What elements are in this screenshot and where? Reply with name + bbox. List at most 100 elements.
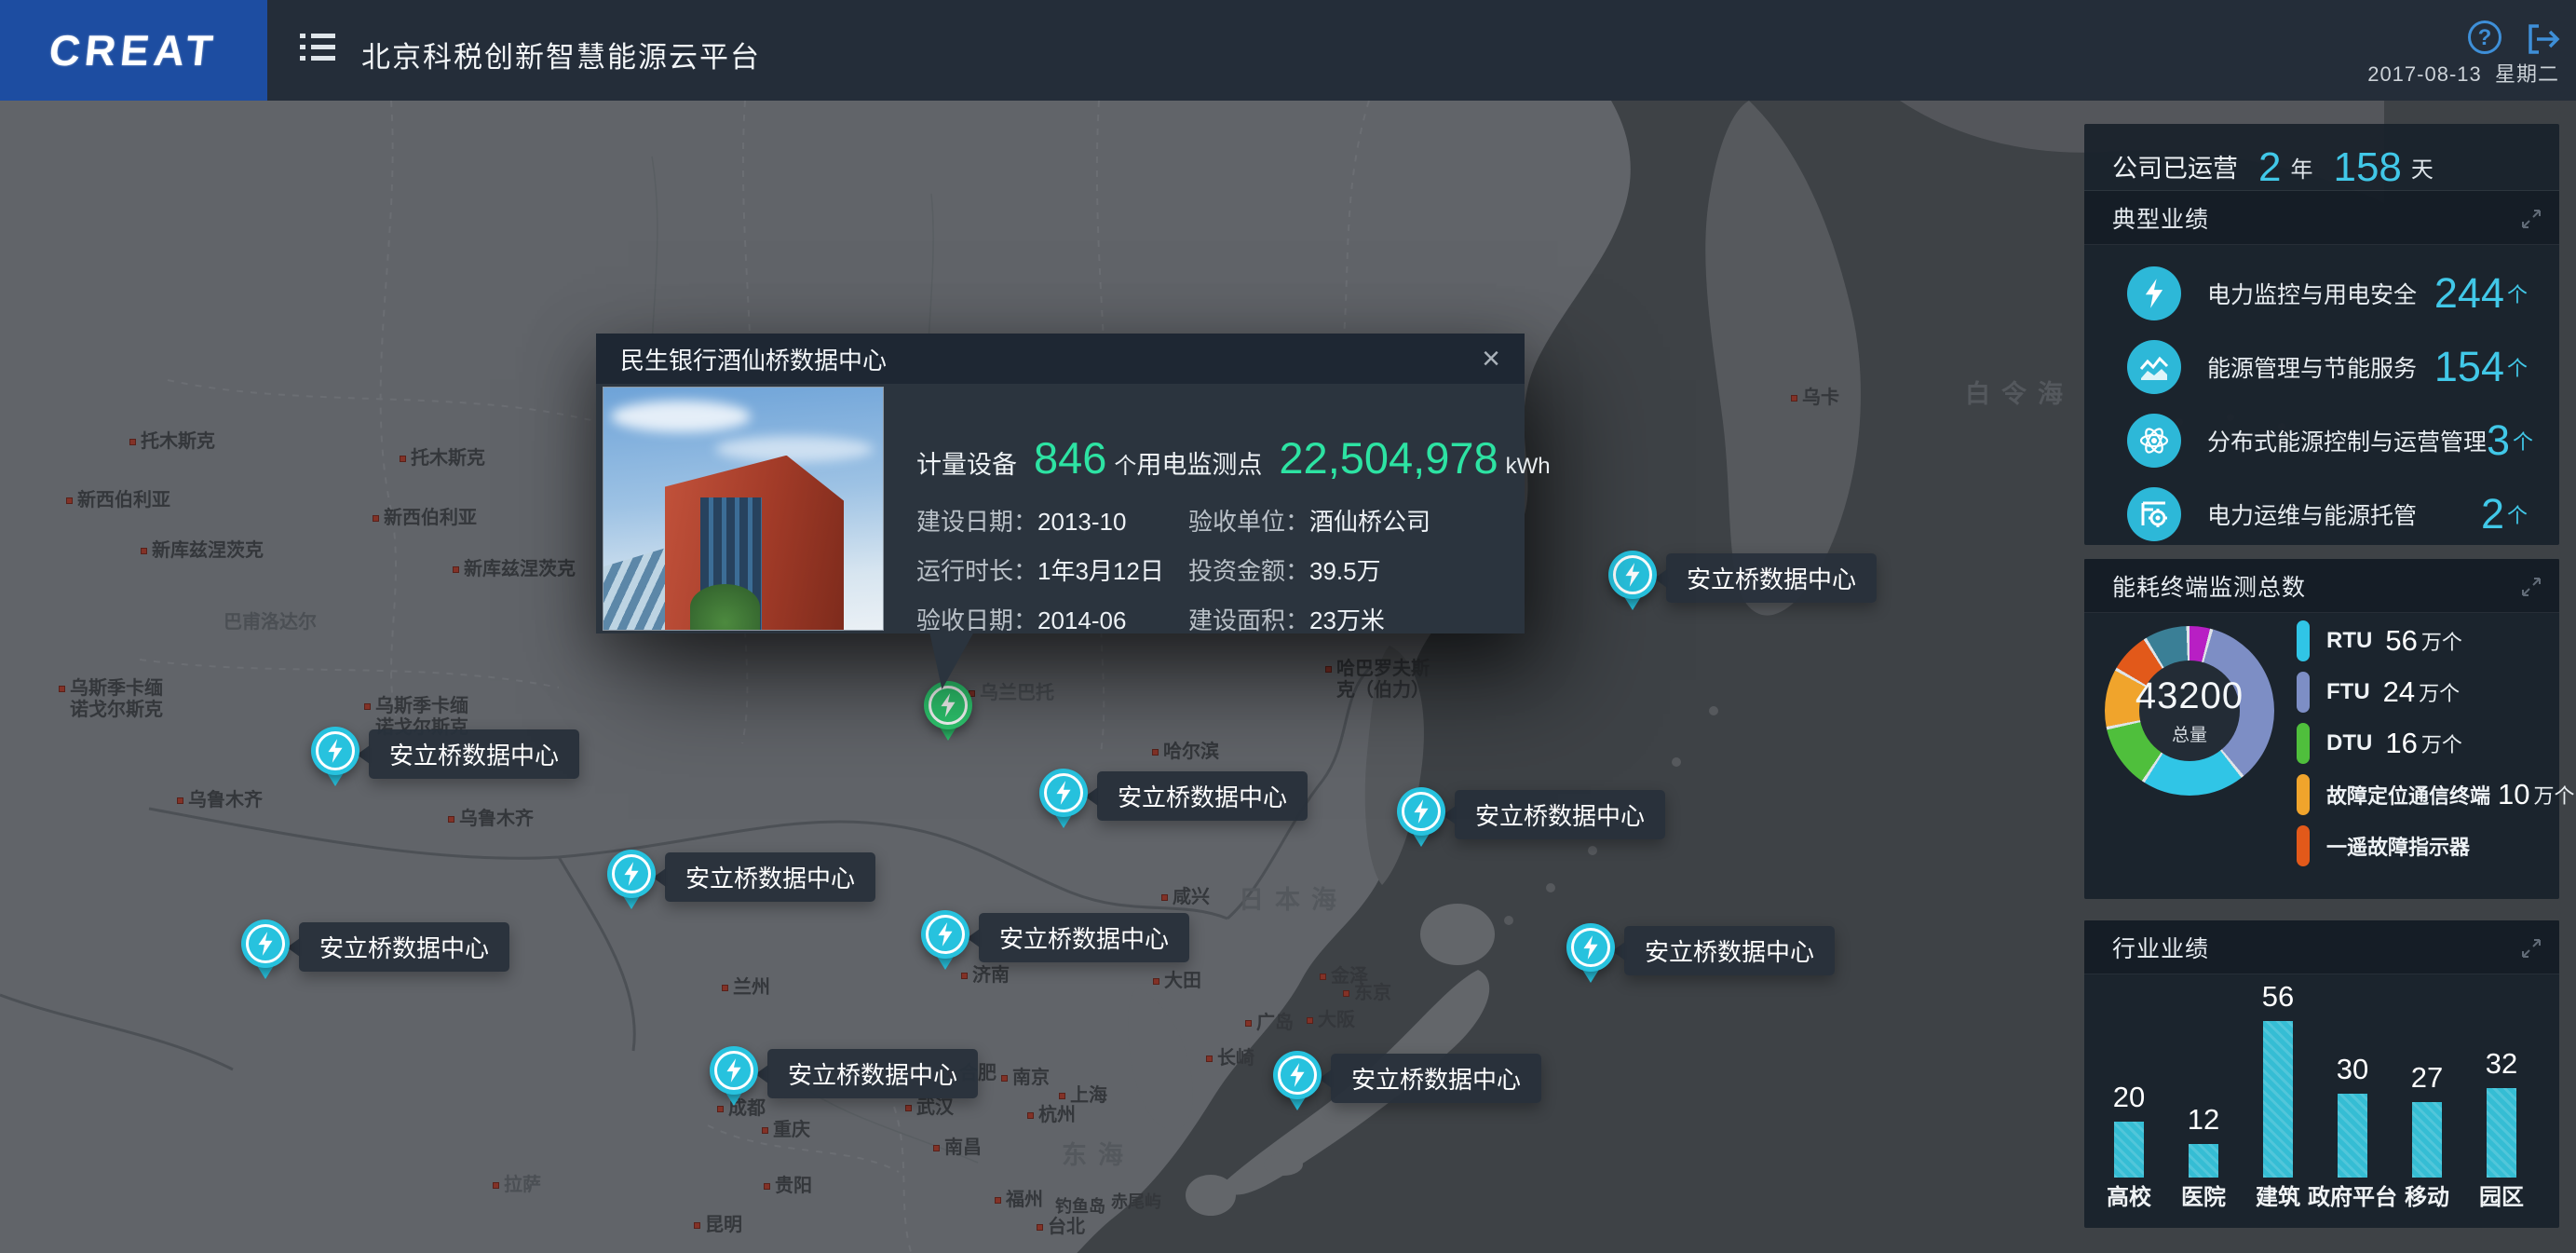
- map-marker-label[interactable]: 安立桥数据中心: [1097, 771, 1308, 821]
- marker-lightning-icon: [1273, 1051, 1322, 1099]
- legend-chip: [2297, 774, 2310, 815]
- logout-icon[interactable]: [2526, 22, 2561, 61]
- help-icon[interactable]: ?: [2468, 20, 2501, 54]
- typical-title: 典型业绩: [2112, 201, 2209, 235]
- city-label: 杭州: [1027, 1105, 1076, 1126]
- city-label: 巴甫洛达尔: [224, 612, 317, 633]
- city-label: 乌鲁木齐: [448, 809, 534, 830]
- typical-item[interactable]: 电力监控与用电安全 244 个: [2084, 256, 2559, 330]
- map-marker-label[interactable]: 安立桥数据中心: [665, 852, 875, 902]
- city-dot: [1161, 894, 1168, 901]
- city-label: 东京: [1343, 983, 1391, 1004]
- city-dot: [717, 1106, 724, 1112]
- industry-bar[interactable]: [2114, 1122, 2144, 1178]
- sea-label: 东海: [1062, 1135, 1134, 1171]
- city-dot: [1320, 974, 1326, 980]
- city-dot: [1027, 1112, 1034, 1119]
- header: CREAT 北京科税创新智慧能源云平台 ? 2017-08-13 星期二: [0, 0, 2576, 101]
- typical-item-unit: 个: [2507, 499, 2528, 529]
- map-marker-label[interactable]: 安立桥数据中心: [1666, 553, 1877, 603]
- legend-chip: [2297, 825, 2310, 866]
- operation-years-unit: 年: [2290, 151, 2312, 184]
- city-dot: [364, 703, 371, 710]
- popup-title: 民生银行酒仙桥数据中心: [620, 342, 1482, 376]
- app: 托木斯克托木斯克新西伯利亚新西伯利亚新库兹涅茨克新库兹涅茨克乌斯季卡缅诺戈尔斯克…: [0, 0, 2576, 1253]
- detail-item: 验收单位：酒仙桥公司: [1188, 503, 1503, 538]
- typical-item-unit: 个: [2513, 426, 2533, 456]
- close-icon[interactable]: ×: [1482, 345, 1500, 373]
- typical-item[interactable]: 电力运维与能源托管 2 个: [2084, 477, 2559, 551]
- energy-wave-icon: [2127, 340, 2181, 394]
- map-marker[interactable]: [1039, 769, 1088, 828]
- typical-item-value: 2: [2481, 490, 2504, 538]
- city-dot: [1001, 1075, 1008, 1082]
- industry-bar[interactable]: [2338, 1094, 2367, 1178]
- sea-label: 白令海: [1965, 374, 2074, 410]
- menu-icon[interactable]: [300, 34, 337, 67]
- city-label: 托木斯克: [400, 448, 485, 470]
- ops-server-icon: [2127, 487, 2181, 541]
- map-marker[interactable]: [241, 919, 290, 979]
- legend-item[interactable]: RTU 56 万个: [2297, 620, 2548, 661]
- map-marker[interactable]: [1273, 1051, 1322, 1110]
- detail-item: 投资金额：39.5万: [1188, 552, 1503, 587]
- city-dot: [694, 1222, 700, 1229]
- map-marker[interactable]: [1397, 787, 1445, 847]
- typical-item-label: 分布式能源控制与运营管理: [2207, 424, 2487, 457]
- map-marker-selected[interactable]: [924, 681, 972, 741]
- marker-lightning-icon: [921, 910, 969, 959]
- legend-item[interactable]: FTU 24 万个: [2297, 672, 2548, 713]
- popup-stats: 计量设备 846 个 用电监测点 22,504,978 kWh: [916, 432, 1503, 483]
- city-dot: [141, 548, 147, 554]
- typical-item-value: 3: [2487, 416, 2510, 465]
- stat-label: 用电监测点: [1136, 444, 1262, 481]
- map-marker-label[interactable]: 安立桥数据中心: [767, 1049, 978, 1098]
- legend-item[interactable]: 一遥故障指示器: [2297, 825, 2548, 866]
- map-marker[interactable]: [710, 1046, 758, 1106]
- map-marker[interactable]: [311, 727, 359, 786]
- industry-bar-chart[interactable]: 20高校12医院56建筑30政府平台27移动32园区: [2084, 974, 2559, 1228]
- city-label: 南昌: [933, 1137, 982, 1159]
- typical-item[interactable]: 能源管理与节能服务 154 个: [2084, 330, 2559, 403]
- donut-total-label: 总量: [2172, 721, 2207, 746]
- expand-icon[interactable]: [2520, 208, 2542, 235]
- industry-bar[interactable]: [2263, 1021, 2293, 1178]
- industry-bar[interactable]: [2487, 1088, 2516, 1178]
- city-dot: [722, 985, 728, 991]
- map-marker-label[interactable]: 安立桥数据中心: [1331, 1054, 1541, 1103]
- logo[interactable]: CREAT: [0, 0, 267, 101]
- bar-value-label: 27: [2385, 1061, 2469, 1095]
- map-marker[interactable]: [1566, 923, 1615, 983]
- map-marker[interactable]: [1608, 551, 1657, 610]
- map-marker[interactable]: [921, 910, 969, 970]
- city-dot: [493, 1182, 499, 1189]
- city-label: 乌斯季卡缅诺戈尔斯克: [59, 678, 163, 721]
- expand-icon[interactable]: [2520, 576, 2542, 603]
- industry-bar[interactable]: [2412, 1102, 2442, 1178]
- city-label: 南京: [1001, 1068, 1050, 1089]
- map-marker-label[interactable]: 安立桥数据中心: [1624, 926, 1835, 975]
- map-marker-label[interactable]: 安立桥数据中心: [1455, 790, 1665, 839]
- sea-label: 日本海: [1239, 879, 1348, 916]
- map-marker-label[interactable]: 安立桥数据中心: [299, 922, 509, 972]
- terminal-title: 能耗终端监测总数: [2112, 569, 2306, 603]
- cloud-art: [611, 401, 751, 432]
- typical-item[interactable]: 分布式能源控制与运营管理 3 个: [2084, 403, 2559, 477]
- expand-icon[interactable]: [2520, 937, 2542, 964]
- city-label: 哈巴罗夫斯克（伯力）: [1325, 659, 1430, 701]
- legend-item[interactable]: 故障定位通信终端 10 万个: [2297, 774, 2548, 815]
- city-dot: [1791, 395, 1797, 402]
- city-label: 广岛: [1245, 1013, 1294, 1034]
- terminal-donut-chart[interactable]: 43200 总量: [2105, 626, 2274, 796]
- cloud-art: [715, 436, 874, 462]
- industry-bar[interactable]: [2189, 1144, 2218, 1178]
- map-marker-label[interactable]: 安立桥数据中心: [369, 729, 579, 779]
- marker-lightning-icon: [241, 919, 290, 968]
- map-marker-label[interactable]: 安立桥数据中心: [979, 913, 1189, 962]
- legend-item[interactable]: DTU 16 万个: [2297, 723, 2548, 764]
- city-label: 赤尾屿: [1111, 1192, 1161, 1213]
- map-marker[interactable]: [607, 850, 656, 909]
- marker-lightning-icon: [924, 681, 972, 729]
- city-dot: [1307, 1017, 1313, 1024]
- date-display: 2017-08-13 星期二: [2367, 58, 2559, 88]
